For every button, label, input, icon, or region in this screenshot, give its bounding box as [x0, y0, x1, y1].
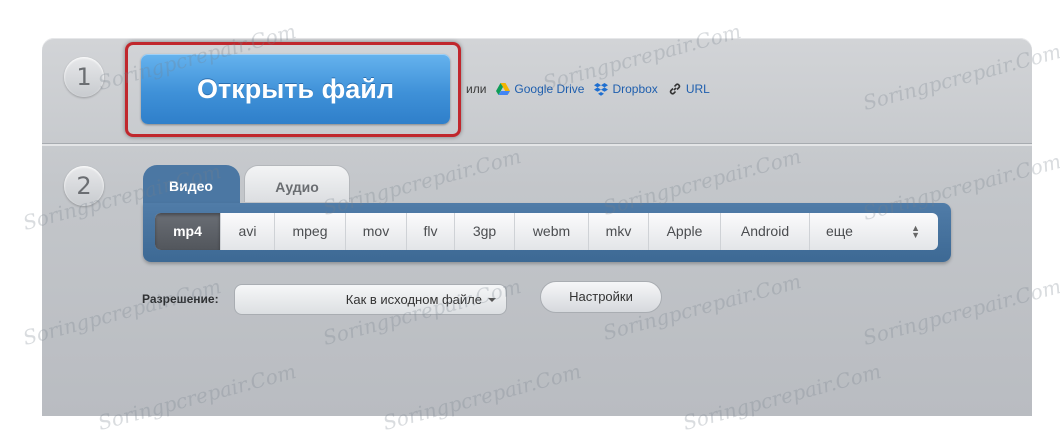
format-more-label: еще — [826, 223, 853, 239]
format-panel: mp4 avi mpeg mov flv 3gp webm mkv Apple … — [143, 203, 951, 262]
or-text: или — [466, 82, 487, 96]
settings-button[interactable]: Настройки — [540, 281, 662, 313]
format-mpeg[interactable]: mpeg — [275, 213, 346, 250]
updown-arrows-icon: ▲ ▼ — [911, 223, 920, 240]
google-drive-link[interactable]: Google Drive — [496, 82, 584, 96]
source-links: или Google Drive Dropbox URL — [466, 80, 710, 98]
url-label: URL — [685, 82, 710, 96]
section-divider — [42, 143, 1032, 146]
format-apple[interactable]: Apple — [649, 213, 721, 250]
format-bar: mp4 avi mpeg mov flv 3gp webm mkv Apple … — [155, 213, 938, 250]
dropbox-link[interactable]: Dropbox — [594, 82, 658, 96]
media-tabs: Видео Аудио — [143, 165, 350, 203]
format-more-select[interactable]: еще ▲ ▼ — [810, 213, 938, 250]
format-flv[interactable]: flv — [407, 213, 455, 250]
chevron-down-icon — [488, 298, 496, 302]
format-mov[interactable]: mov — [346, 213, 407, 250]
resolution-select[interactable]: Как в исходном файле — [234, 284, 507, 315]
tab-video[interactable]: Видео — [143, 165, 240, 203]
tab-audio[interactable]: Аудио — [244, 165, 350, 202]
format-mp4[interactable]: mp4 — [155, 213, 221, 250]
google-drive-icon — [496, 83, 511, 95]
step-1-badge: 1 — [64, 57, 104, 97]
highlight-frame — [125, 42, 461, 137]
format-webm[interactable]: webm — [515, 213, 589, 250]
dropbox-icon — [594, 82, 609, 96]
link-icon — [669, 83, 680, 95]
format-3gp[interactable]: 3gp — [455, 213, 515, 250]
google-drive-label: Google Drive — [514, 82, 585, 96]
step-2-badge: 2 — [64, 166, 104, 206]
resolution-value: Как в исходном файле — [345, 292, 482, 307]
format-mkv[interactable]: mkv — [589, 213, 649, 250]
resolution-label: Разрешение: — [142, 292, 219, 306]
dropbox-label: Dropbox — [612, 82, 658, 96]
format-avi[interactable]: avi — [221, 213, 275, 250]
format-android[interactable]: Android — [721, 213, 810, 250]
url-link[interactable]: URL — [668, 82, 710, 96]
